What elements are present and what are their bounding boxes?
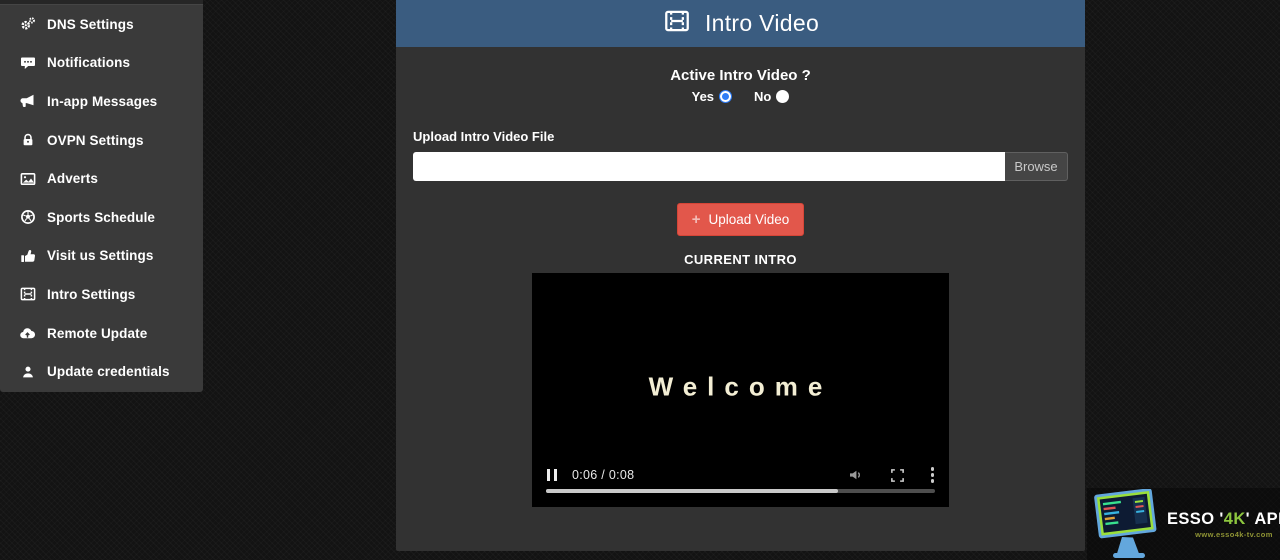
- sidebar-item-label: DNS Settings: [47, 17, 134, 32]
- sidebar-item-label: Remote Update: [47, 326, 147, 341]
- sidebar-item-adverts[interactable]: Adverts: [0, 159, 203, 198]
- active-intro-radio-group: Yes No: [396, 89, 1085, 104]
- comment-icon: [19, 55, 36, 71]
- user-icon: [19, 364, 36, 380]
- page-background: DNS Settings Notifications In-app Messag…: [0, 0, 1280, 560]
- sidebar-item-label: In-app Messages: [47, 94, 157, 109]
- video-progress-fill: [546, 489, 838, 493]
- esso-4k-apps-logo: ESSO '4K' APPS www.esso4k-tv.com: [1087, 488, 1280, 560]
- video-controls: 0:06 / 0:08: [532, 461, 949, 507]
- browse-button[interactable]: Browse: [1005, 152, 1068, 181]
- sidebar-item-ovpn-settings[interactable]: OVPN Settings: [0, 121, 203, 160]
- soccer-ball-icon: [19, 209, 36, 225]
- sidebar-item-visit-us-settings[interactable]: Visit us Settings: [0, 237, 203, 276]
- current-intro-heading: CURRENT INTRO: [396, 252, 1085, 267]
- panel-header: Intro Video: [396, 0, 1085, 47]
- radio-yes-label: Yes: [692, 89, 714, 104]
- sidebar: DNS Settings Notifications In-app Messag…: [0, 0, 203, 392]
- radio-no[interactable]: [776, 90, 789, 103]
- sidebar-item-label: OVPN Settings: [47, 133, 144, 148]
- page-title: Intro Video: [705, 10, 819, 37]
- upload-file-label: Upload Intro Video File: [413, 129, 1085, 144]
- sidebar-item-dns-settings[interactable]: DNS Settings: [0, 5, 203, 44]
- sidebar-item-label: Notifications: [47, 55, 130, 70]
- upload-video-button[interactable]: + Upload Video: [677, 203, 805, 236]
- sidebar-item-update-credentials[interactable]: Update credentials: [0, 352, 203, 391]
- file-upload-group: Browse: [413, 152, 1068, 181]
- film-icon: [662, 8, 692, 39]
- video-progress-bar[interactable]: [546, 489, 935, 493]
- film-icon: [19, 286, 36, 302]
- bullhorn-icon: [19, 93, 36, 109]
- fullscreen-icon[interactable]: [890, 468, 905, 483]
- volume-icon[interactable]: [848, 467, 864, 483]
- cogs-icon: [19, 16, 36, 32]
- radio-yes[interactable]: [719, 90, 732, 103]
- video-overlay-text: Welcome: [532, 371, 949, 402]
- pause-button[interactable]: [547, 469, 557, 481]
- cloud-upload-icon: [19, 325, 36, 341]
- lock-icon: [19, 132, 36, 148]
- sidebar-item-label: Visit us Settings: [47, 248, 153, 263]
- video-time: 0:06 / 0:08: [572, 468, 634, 482]
- sidebar-item-label: Intro Settings: [47, 287, 135, 302]
- sidebar-item-sports-schedule[interactable]: Sports Schedule: [0, 198, 203, 237]
- sidebar-item-notifications[interactable]: Notifications: [0, 44, 203, 83]
- intro-video-panel: Intro Video Active Intro Video ? Yes No …: [396, 0, 1085, 551]
- sidebar-item-remote-update[interactable]: Remote Update: [0, 314, 203, 353]
- sidebar-item-label: Sports Schedule: [47, 210, 155, 225]
- sidebar-item-in-app-messages[interactable]: In-app Messages: [0, 82, 203, 121]
- video-player[interactable]: Welcome 0:06 / 0:08: [532, 273, 949, 507]
- sidebar-item-intro-settings[interactable]: Intro Settings: [0, 275, 203, 314]
- monitor-icon: [1091, 489, 1165, 559]
- active-intro-question: Active Intro Video ?: [396, 67, 1085, 84]
- plus-icon: +: [692, 211, 701, 228]
- file-input[interactable]: [413, 152, 1005, 181]
- image-icon: [19, 171, 36, 187]
- logo-title: ESSO '4K' APPS: [1167, 510, 1280, 529]
- logo-url: www.esso4k-tv.com: [1167, 530, 1280, 539]
- sidebar-item-label: Adverts: [47, 171, 98, 186]
- thumbs-up-icon: [19, 248, 36, 264]
- overflow-menu-icon[interactable]: [931, 467, 935, 483]
- sidebar-item-label: Update credentials: [47, 364, 170, 379]
- upload-video-button-label: Upload Video: [708, 212, 789, 227]
- radio-no-label: No: [754, 89, 771, 104]
